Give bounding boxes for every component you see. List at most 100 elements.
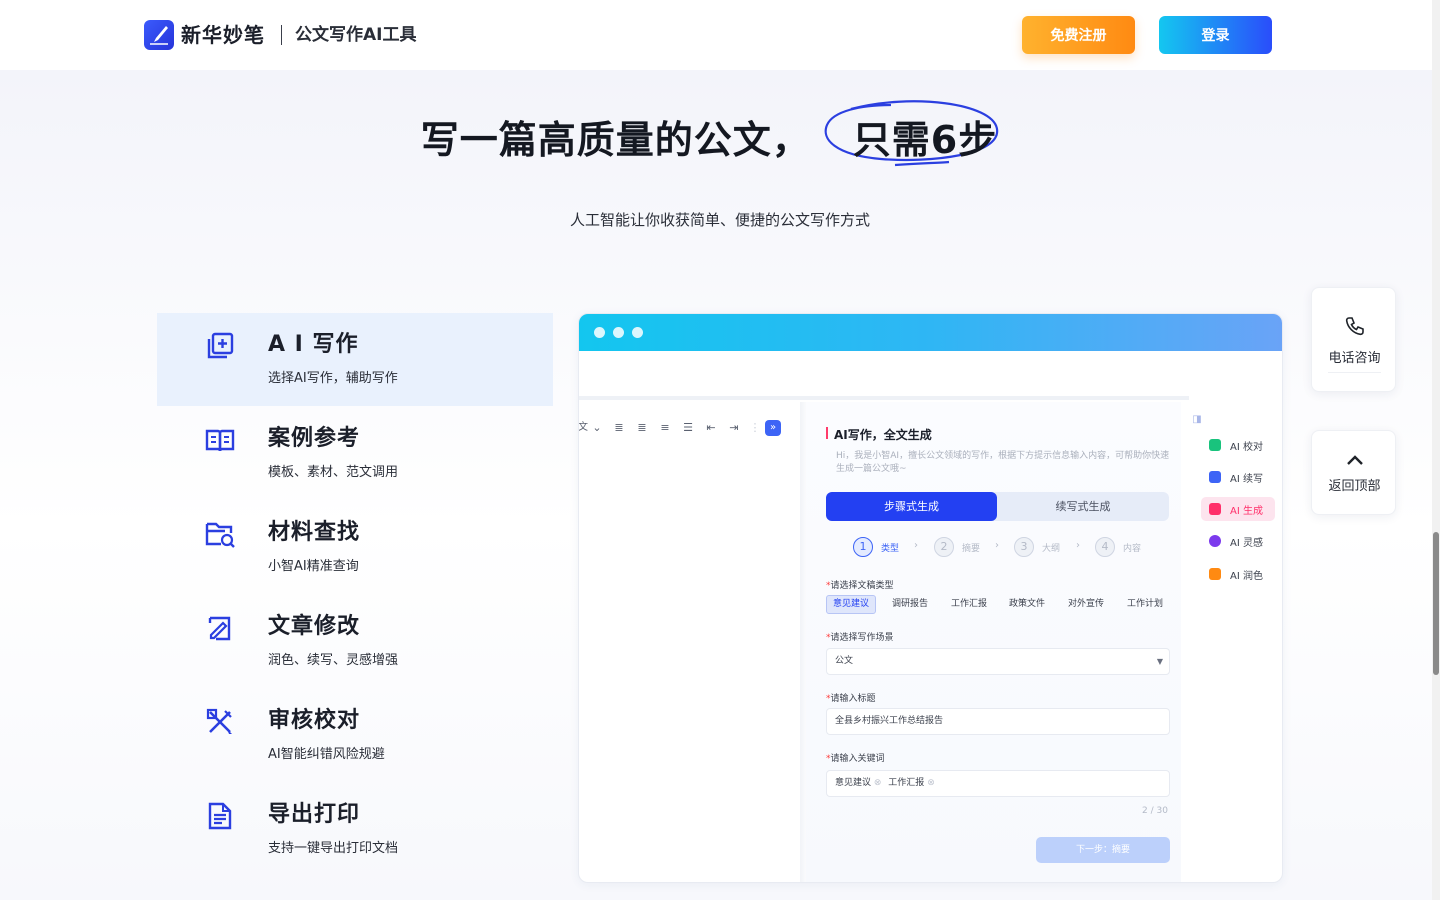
feature-title: 审核校对 <box>268 708 361 733</box>
doc-type-chip[interactable]: 调研报告 <box>886 595 934 614</box>
pen-logo-icon <box>150 26 168 45</box>
doc-type-chip[interactable]: 政策文件 <box>1003 595 1051 614</box>
close-icon[interactable]: ⊗ <box>874 778 884 788</box>
scene-select[interactable]: 公文 ▼ <box>826 648 1170 675</box>
ai-write-icon <box>207 332 234 359</box>
step-label: 类型 <box>881 544 900 554</box>
mode-tabs: 步骤式生成 续写式生成 <box>826 492 1169 521</box>
hero-title-main: 写一篇高质量的公文， <box>420 117 811 162</box>
tab-step-generate[interactable]: 步骤式生成 <box>826 492 997 521</box>
indent-increase-icon[interactable]: ⇥ <box>728 422 740 434</box>
doc-type-chip[interactable]: 工作计划 <box>1121 595 1169 614</box>
more-icon[interactable]: ⋮ <box>749 422 761 434</box>
align-left-icon[interactable]: ≣ <box>613 422 625 434</box>
chevron-right-icon: › <box>914 540 918 551</box>
step-label: 大纲 <box>1042 544 1061 554</box>
feature-title: 材料查找 <box>268 520 361 545</box>
chevron-right-icon: › <box>1076 540 1080 551</box>
page-scrollbar[interactable] <box>1432 0 1440 900</box>
ai-tool-label: AI 润色 <box>1230 571 1263 582</box>
doc-type-label: *请选择文稿类型 <box>826 581 894 591</box>
align-right-icon[interactable]: ≣ <box>636 422 648 434</box>
align-center-icon[interactable]: ≡ <box>659 422 671 434</box>
phone-consult-button[interactable]: 电话咨询 <box>1311 287 1396 392</box>
feature-desc: 小智AI精准查询 <box>268 559 359 574</box>
ai-tool-inspiration[interactable]: AI 灵感 <box>1201 529 1275 553</box>
feature-title: 导出打印 <box>268 802 361 827</box>
feature-ai-write[interactable]: A I 写作 选择AI写作，辅助写作 <box>157 313 553 406</box>
keywords-label: *请输入关键词 <box>826 754 885 764</box>
toolbar-text-button[interactable]: 文 <box>579 422 589 434</box>
back-to-top-label: 返回顶部 <box>1328 479 1381 494</box>
hero-title: 写一篇高质量的公文， 只需6步 <box>0 99 1440 166</box>
hero-highlight-text: 只需6步 <box>852 117 998 162</box>
keywords-input[interactable]: 意见建议 ⊗ 工作汇报 ⊗ <box>826 770 1170 797</box>
chevron-down-icon[interactable]: ⌄ <box>591 422 603 434</box>
title-input[interactable]: 全县乡村振兴工作总结报告 <box>826 708 1170 735</box>
step-number: 2 <box>934 537 954 557</box>
ai-tool-label: AI 生成 <box>1230 506 1263 517</box>
scene-label: *请选择写作场景 <box>826 633 894 643</box>
tab-continue-generate[interactable]: 续写式生成 <box>997 492 1169 521</box>
ai-tool-generate[interactable]: AI 生成 <box>1201 497 1275 521</box>
scene-value: 公文 <box>835 656 854 666</box>
hero-subtitle: 人工智能让你收获简单、便捷的公文写作方式 <box>569 211 870 229</box>
feature-desc: 支持一键导出打印文档 <box>268 841 399 856</box>
toolbar-divider <box>579 396 1189 400</box>
window-dot <box>594 327 605 338</box>
register-button[interactable]: 免费注册 <box>1022 16 1135 54</box>
feature-export-print[interactable]: 导出打印 支持一键导出打印文档 <box>157 783 553 876</box>
keyword-tag: 工作汇报 <box>888 778 925 788</box>
ai-tool-polish[interactable]: AI 润色 <box>1201 562 1275 586</box>
ai-tool-label: AI 续写 <box>1230 474 1263 485</box>
chevron-up-icon <box>1347 455 1363 465</box>
indent-decrease-icon[interactable]: ⇤ <box>705 422 717 434</box>
feature-desc: 模板、素材、范文调用 <box>268 465 399 480</box>
doc-type-chip[interactable]: 工作汇报 <box>945 595 993 614</box>
feature-proofread[interactable]: 审核校对 AI智能纠错风险规避 <box>157 689 553 782</box>
proofread-tool-icon <box>1209 439 1221 451</box>
ai-tool-continue[interactable]: AI 续写 <box>1201 465 1275 489</box>
inspiration-tool-icon <box>1209 535 1221 547</box>
step-number: 3 <box>1014 537 1034 557</box>
feature-desc: AI智能纠错风险规避 <box>268 747 385 762</box>
feature-case-reference[interactable]: 案例参考 模板、素材、范文调用 <box>157 407 553 500</box>
ai-tool-label: AI 灵感 <box>1230 538 1263 549</box>
keyword-tag: 意见建议 <box>835 778 872 788</box>
folder-search-icon <box>205 522 235 548</box>
feature-article-edit[interactable]: 文章修改 润色、续写、灵感增强 <box>157 595 553 688</box>
feature-title: A I 写作 <box>268 332 359 357</box>
next-step-button[interactable]: 下一步：摘要 <box>1036 837 1170 863</box>
chevron-right-icon: › <box>995 540 999 551</box>
feature-desc: 润色、续写、灵感增强 <box>268 653 399 668</box>
feature-material-search[interactable]: 材料查找 小智AI精准查询 <box>157 501 553 594</box>
top-header: 新华妙笔 公文写作AI工具 免费注册 登录 <box>0 0 1432 70</box>
feature-desc: 选择AI写作，辅助写作 <box>268 371 398 386</box>
expand-panel-icon[interactable]: » <box>765 420 781 436</box>
brand-name: 新华妙笔 <box>181 23 265 47</box>
list-icon[interactable]: ☰ <box>682 422 694 434</box>
back-to-top-button[interactable]: 返回顶部 <box>1311 430 1396 515</box>
app-preview-window: 文 ⌄ ≣ ≣ ≡ ☰ ⇤ ⇥ ⋮ » AI写作，全文生成 Hi，我是小智AI，… <box>578 313 1283 883</box>
brand-divider <box>281 25 282 45</box>
step-number: 1 <box>853 537 873 557</box>
doc-type-chip[interactable]: 意见建议 <box>826 595 877 614</box>
collapse-rail-icon[interactable]: ◨ <box>1189 412 1205 428</box>
ai-write-panel: AI写作，全文生成 Hi，我是小智AI，擅长公文领域的写作，根据下方提示信息输入… <box>806 402 1181 882</box>
scrollbar-thumb[interactable] <box>1433 532 1439 675</box>
brand-logo[interactable] <box>144 20 174 50</box>
title-label: *请输入标题 <box>826 694 876 704</box>
document-icon <box>208 802 232 830</box>
login-button[interactable]: 登录 <box>1159 16 1272 54</box>
edit-icon <box>208 616 231 641</box>
window-dot <box>613 327 624 338</box>
feature-title: 案例参考 <box>268 426 361 451</box>
step-label: 摘要 <box>962 544 981 554</box>
close-icon[interactable]: ⊗ <box>927 778 935 788</box>
proofread-icon <box>206 708 232 734</box>
brand-subtitle: 公文写作AI工具 <box>295 25 417 45</box>
doc-type-chip[interactable]: 对外宣传 <box>1062 595 1110 614</box>
window-dot <box>632 327 643 338</box>
ai-tool-proofread[interactable]: AI 校对 <box>1201 433 1275 457</box>
book-icon <box>205 429 235 452</box>
